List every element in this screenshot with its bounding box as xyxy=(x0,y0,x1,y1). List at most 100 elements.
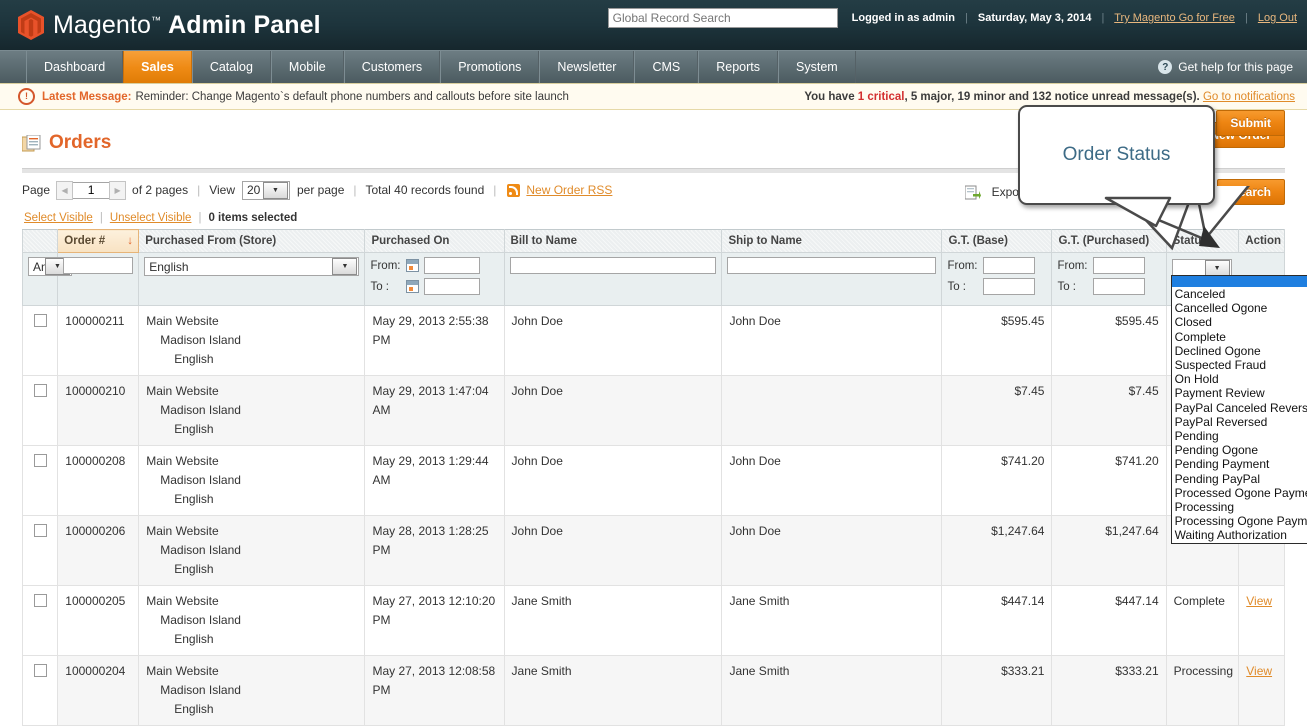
table-row[interactable]: 100000204 Main Website Madison Island En… xyxy=(21,655,1285,726)
cell-ship-to-name xyxy=(721,375,943,446)
table-row[interactable]: 100000208 Main Website Madison Island En… xyxy=(21,445,1285,516)
nav-item-system[interactable]: System xyxy=(778,51,856,83)
table-row[interactable]: 100000206 Main Website Madison Island En… xyxy=(21,515,1285,586)
status-option-pending-ogone[interactable]: Pending Ogone xyxy=(1172,443,1307,457)
cell-order-number: 100000208 xyxy=(57,445,140,516)
status-option-paypal-reversed[interactable]: PayPal Reversed xyxy=(1172,415,1307,429)
app-header: Magento™ Admin Panel Logged in as admin … xyxy=(0,0,1307,50)
row-checkbox[interactable] xyxy=(33,384,47,397)
filter-bill-to-name-input[interactable] xyxy=(509,257,717,274)
nav-item-sales[interactable]: Sales xyxy=(123,51,192,83)
filter-status-cell: ▼ Canceled Cancelled Ogone Closed Comple… xyxy=(1165,252,1307,544)
calendar-icon[interactable] xyxy=(406,280,420,293)
table-row[interactable]: 100000210 Main Website Madison Island En… xyxy=(21,375,1285,446)
status-option-canceled[interactable]: Canceled xyxy=(1172,287,1307,301)
nav-item-cms[interactable]: CMS xyxy=(634,51,699,83)
column-header-bill-to-name[interactable]: Bill to Name xyxy=(503,229,723,253)
logout-link[interactable]: Log Out xyxy=(1258,12,1297,24)
filter-gt-purchased-from-input[interactable] xyxy=(1093,257,1146,274)
status-option-declined-ogone[interactable]: Declined Ogone xyxy=(1172,344,1307,358)
select-visible-link[interactable]: Select Visible xyxy=(24,212,93,224)
status-option-pending[interactable]: Pending xyxy=(1172,429,1307,443)
column-header-status[interactable]: Status xyxy=(1165,229,1240,253)
row-checkbox[interactable] xyxy=(33,524,47,537)
select-all-header[interactable] xyxy=(21,229,59,253)
cell-ship-to-name: Jane Smith xyxy=(721,655,943,726)
row-checkbox-cell[interactable] xyxy=(21,305,59,376)
row-checkbox-cell[interactable] xyxy=(21,515,59,586)
per-page-select[interactable]: 20 ▼ xyxy=(242,180,290,200)
row-checkbox-cell[interactable] xyxy=(21,445,59,516)
submit-button[interactable]: Submit xyxy=(1216,110,1285,136)
status-option-suspected-fraud[interactable]: Suspected Fraud xyxy=(1172,358,1307,372)
row-checkbox-cell[interactable] xyxy=(21,375,59,446)
go-to-notifications-link[interactable]: Go to notifications xyxy=(1203,91,1295,103)
column-header-purchased-on[interactable]: Purchased On xyxy=(364,229,505,253)
column-header-purchased-from[interactable]: Purchased From (Store) xyxy=(138,229,366,253)
status-option-pending-paypal[interactable]: Pending PayPal xyxy=(1172,472,1307,486)
filter-gt-base-cell: From: To : xyxy=(941,252,1053,306)
status-option-processed-ogone-payment[interactable]: Processed Ogone Payment xyxy=(1172,486,1307,500)
global-search-input[interactable] xyxy=(607,8,838,28)
row-checkbox[interactable] xyxy=(33,664,47,677)
table-row[interactable]: 100000205 Main Website Madison Island En… xyxy=(21,585,1285,656)
brand-suffix: Admin Panel xyxy=(168,10,321,39)
nav-item-newsletter[interactable]: Newsletter xyxy=(539,51,635,83)
column-header-gt-base[interactable]: G.T. (Base) xyxy=(941,229,1053,253)
cell-purchased-on: May 29, 2013 2:55:38 PM xyxy=(364,305,505,376)
search-button[interactable]: Search xyxy=(1216,179,1285,205)
column-header-ship-to-name[interactable]: Ship to Name xyxy=(721,229,943,253)
page-number-input[interactable] xyxy=(73,181,110,199)
status-option-processing[interactable]: Processing xyxy=(1172,500,1307,514)
status-option-paypal-canceled-reversal[interactable]: PayPal Canceled Reversal xyxy=(1172,401,1307,415)
row-checkbox[interactable] xyxy=(33,314,47,327)
column-header-gt-purchased[interactable]: G.T. (Purchased) xyxy=(1051,229,1167,253)
row-checkbox[interactable] xyxy=(33,454,47,467)
latest-message: ! Latest Message: Reminder: Change Magen… xyxy=(0,88,569,105)
row-checkbox-cell[interactable] xyxy=(21,585,59,656)
nav-items: Dashboard Sales Catalog Mobile Customers… xyxy=(0,51,856,83)
get-help-link[interactable]: ? Get help for this page xyxy=(1158,51,1293,83)
new-order-rss-link[interactable]: New Order RSS xyxy=(526,183,612,197)
status-option-complete[interactable]: Complete xyxy=(1172,330,1307,344)
view-order-link[interactable]: View xyxy=(1246,594,1272,608)
filter-order-number-input[interactable] xyxy=(63,257,134,274)
status-option-processing-ogone-payment[interactable]: Processing Ogone Payment xyxy=(1172,514,1307,528)
nav-item-catalog[interactable]: Catalog xyxy=(191,51,271,83)
nav-item-customers[interactable]: Customers xyxy=(343,51,441,83)
row-checkbox[interactable] xyxy=(33,594,47,607)
calendar-icon[interactable] xyxy=(406,259,420,272)
filter-purchased-from-input[interactable] xyxy=(424,257,481,274)
row-checkbox-cell[interactable] xyxy=(21,655,59,726)
nav-item-promotions[interactable]: Promotions xyxy=(440,51,540,83)
status-options-dropdown[interactable]: Canceled Cancelled Ogone Closed Complete… xyxy=(1170,275,1307,544)
status-option-waiting-authorization[interactable]: Waiting Authorization xyxy=(1172,528,1307,542)
try-magento-go-link[interactable]: Try Magento Go for Free xyxy=(1114,12,1235,24)
filter-purchased-to-input[interactable] xyxy=(424,278,481,295)
filter-store-select[interactable]: English ▼ xyxy=(144,257,360,276)
status-option-payment-review[interactable]: Payment Review xyxy=(1172,386,1307,400)
view-order-link[interactable]: View xyxy=(1246,664,1272,678)
store-view: English xyxy=(174,352,214,366)
status-option-on-hold[interactable]: On Hold xyxy=(1172,372,1307,386)
prev-page-button[interactable]: ◀ xyxy=(56,180,74,200)
column-header-order-number[interactable]: Order # ↓ xyxy=(57,229,140,253)
filter-gt-base-to-input[interactable] xyxy=(983,278,1036,295)
nav-item-mobile[interactable]: Mobile xyxy=(270,51,344,83)
rss-icon xyxy=(507,183,521,197)
nav-item-reports[interactable]: Reports xyxy=(698,51,779,83)
status-option-cancelled-ogone[interactable]: Cancelled Ogone xyxy=(1172,301,1307,315)
status-option-closed[interactable]: Closed xyxy=(1172,315,1307,329)
table-row[interactable]: 100000211 Main Website Madison Island En… xyxy=(21,305,1285,376)
status-option-pending-payment[interactable]: Pending Payment xyxy=(1172,457,1307,471)
next-page-button[interactable]: ▶ xyxy=(109,180,127,200)
filter-gt-purchased-to-input[interactable] xyxy=(1093,278,1146,295)
critical-count: 1 critical xyxy=(857,90,905,103)
filter-ship-to-name-input[interactable] xyxy=(727,257,937,274)
filter-gt-base-from-input[interactable] xyxy=(983,257,1036,274)
cell-bill-to-name: John Doe xyxy=(503,375,723,446)
status-option-blank[interactable] xyxy=(1171,276,1307,287)
unselect-visible-link[interactable]: Unselect Visible xyxy=(110,212,192,224)
nav-item-dashboard[interactable]: Dashboard xyxy=(26,51,124,83)
logo[interactable]: Magento™ Admin Panel xyxy=(0,10,321,40)
